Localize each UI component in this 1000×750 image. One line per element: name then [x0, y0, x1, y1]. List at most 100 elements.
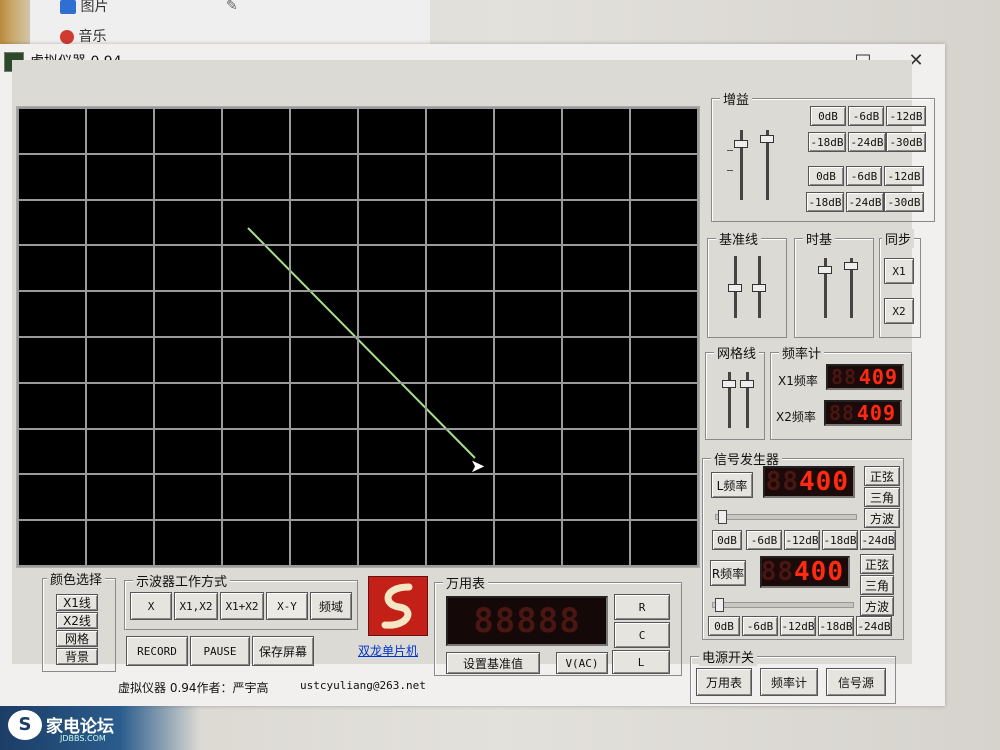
color-x2-button[interactable]: X2线	[56, 612, 98, 629]
gain-x2-12db-button[interactable]: -12dB	[884, 166, 924, 186]
l-wave-sine-button[interactable]: 正弦	[864, 466, 900, 486]
menu-item-label: 图片	[80, 0, 109, 15]
timebase-slider-2[interactable]	[844, 262, 858, 270]
power-title: 电源开关	[699, 647, 758, 666]
shuanglong-link[interactable]: 双龙单片机	[358, 642, 418, 659]
r-wave-sine-button[interactable]: 正弦	[860, 554, 894, 574]
vac-button[interactable]: V(AC)	[556, 652, 608, 674]
multimeter-c-button[interactable]: C	[614, 622, 670, 648]
grid-title: 网格线	[714, 343, 760, 362]
grid-line-horizontal	[18, 473, 698, 476]
gain-x1-0db-button[interactable]: 0dB	[810, 106, 846, 126]
r-atten-0db-button[interactable]: 0dB	[708, 616, 740, 636]
l-atten-24db-button[interactable]: -24dB	[860, 530, 896, 550]
color-x1-button[interactable]: X1线	[56, 594, 98, 611]
power-freqmeter-button[interactable]: 频率计	[760, 668, 818, 696]
mode-x1x2-button[interactable]: X1,X2	[174, 592, 218, 620]
power-multimeter-button[interactable]: 万用表	[696, 668, 752, 696]
baseline-slider-2[interactable]	[752, 284, 766, 292]
author-label: 虚拟仪器 0.94作者：严宇高	[118, 681, 269, 695]
mode-xy-button[interactable]: X-Y	[266, 592, 308, 620]
gain-title: 增益	[720, 89, 753, 108]
multimeter-r-button[interactable]: R	[614, 594, 670, 620]
color-grid-button[interactable]: 网格	[56, 630, 98, 647]
grid-line-horizontal	[18, 244, 698, 247]
baseline-title: 基准线	[716, 229, 762, 248]
gain-x1-30db-button[interactable]: -30dB	[886, 132, 926, 152]
r-atten-18db-button[interactable]: -18dB	[818, 616, 854, 636]
gain-slider-2[interactable]	[760, 135, 774, 143]
gain-x1-18db-button[interactable]: -18dB	[808, 132, 846, 152]
multimeter-title: 万用表	[443, 573, 489, 592]
power-signal-button[interactable]: 信号源	[826, 668, 886, 696]
r-atten-24db-button[interactable]: -24dB	[856, 616, 892, 636]
sync-x1-button[interactable]: X1	[884, 258, 914, 284]
multimeter-l-button[interactable]: L	[612, 650, 670, 674]
shuanglong-logo	[368, 576, 428, 636]
r-freq-display: 88 400	[760, 556, 850, 588]
tick-mark	[727, 170, 733, 171]
r-wave-square-button[interactable]: 方波	[860, 596, 894, 616]
color-select-title: 颜色选择	[47, 569, 106, 588]
oscilloscope-screen: ➤	[16, 106, 700, 568]
x2-freq-display: 88 409	[824, 400, 902, 426]
save-screen-button[interactable]: 保存屏幕	[252, 636, 314, 666]
r-atten-12db-button[interactable]: -12dB	[780, 616, 816, 636]
x2-freq-label: X2频率	[776, 410, 816, 424]
r-atten-6db-button[interactable]: -6dB	[742, 616, 778, 636]
sync-x2-button[interactable]: X2	[884, 298, 914, 324]
gain-x1-12db-button[interactable]: -12dB	[886, 106, 926, 126]
gain-x1-24db-button[interactable]: -24dB	[848, 132, 886, 152]
menu-item-music[interactable]: 音乐	[60, 26, 106, 46]
baseline-group: 基准线	[707, 229, 787, 338]
grid-slider-2[interactable]	[740, 380, 754, 388]
r-level-slider[interactable]	[714, 598, 724, 612]
s-logo-icon	[381, 583, 413, 629]
timebase-group: 时基	[794, 229, 874, 338]
gain-x2-6db-button[interactable]: -6dB	[846, 166, 882, 186]
baseline-slider-1[interactable]	[728, 284, 742, 292]
l-wave-square-button[interactable]: 方波	[864, 508, 900, 528]
music-icon	[60, 30, 74, 44]
r-freq-button[interactable]: R频率	[710, 560, 746, 586]
pause-button[interactable]: PAUSE	[190, 636, 250, 666]
gain-x1-6db-button[interactable]: -6dB	[848, 106, 884, 126]
l-atten-12db-button[interactable]: -12dB	[784, 530, 820, 550]
grid-line-horizontal	[18, 336, 698, 338]
gain-slider-1[interactable]	[734, 140, 748, 148]
l-freq-button[interactable]: L频率	[711, 472, 753, 498]
pin-icon[interactable]: ✎	[226, 0, 238, 14]
freqmeter-title: 频率计	[779, 343, 825, 362]
l-atten-0db-button[interactable]: 0dB	[712, 530, 742, 550]
l-wave-triangle-button[interactable]: 三角	[864, 487, 900, 507]
l-freq-display: 88 400	[763, 466, 855, 498]
l-atten-6db-button[interactable]: -6dB	[746, 530, 782, 550]
record-button[interactable]: RECORD	[126, 636, 188, 666]
l-atten-18db-button[interactable]: -18dB	[822, 530, 858, 550]
gain-x2-30db-button[interactable]: -30dB	[884, 192, 924, 212]
set-baseline-button[interactable]: 设置基准值	[446, 652, 540, 674]
gain-x2-0db-button[interactable]: 0dB	[808, 166, 844, 186]
multimeter-display: 88888	[446, 596, 608, 646]
gain-x2-24db-button[interactable]: -24dB	[846, 192, 884, 212]
grid-line-horizontal	[18, 427, 698, 430]
mode-freq-domain-button[interactable]: 频域	[310, 592, 352, 620]
mode-x-button[interactable]: X	[130, 592, 172, 620]
grid-line-horizontal	[18, 152, 698, 155]
x-y-trace	[247, 227, 476, 459]
r-wave-triangle-button[interactable]: 三角	[860, 575, 894, 595]
grid-line-horizontal	[18, 107, 698, 109]
l-level-slider[interactable]	[717, 510, 727, 524]
multimeter-digits: 88888	[473, 601, 581, 641]
x1-freq-display: 88 409	[826, 364, 904, 390]
color-bg-button[interactable]: 背景	[56, 648, 98, 665]
x1-freq-label: X1频率	[778, 374, 818, 388]
r-level-slider-track	[712, 602, 854, 608]
gain-x2-18db-button[interactable]: -18dB	[806, 192, 844, 212]
l-freq-value: 400	[799, 467, 849, 497]
menu-item-pictures[interactable]: 图片	[60, 0, 108, 16]
mode-x1plusx2-button[interactable]: X1+X2	[220, 592, 264, 620]
timebase-slider-1[interactable]	[818, 266, 832, 274]
l-level-slider-track	[715, 514, 857, 520]
grid-slider-1[interactable]	[722, 380, 736, 388]
